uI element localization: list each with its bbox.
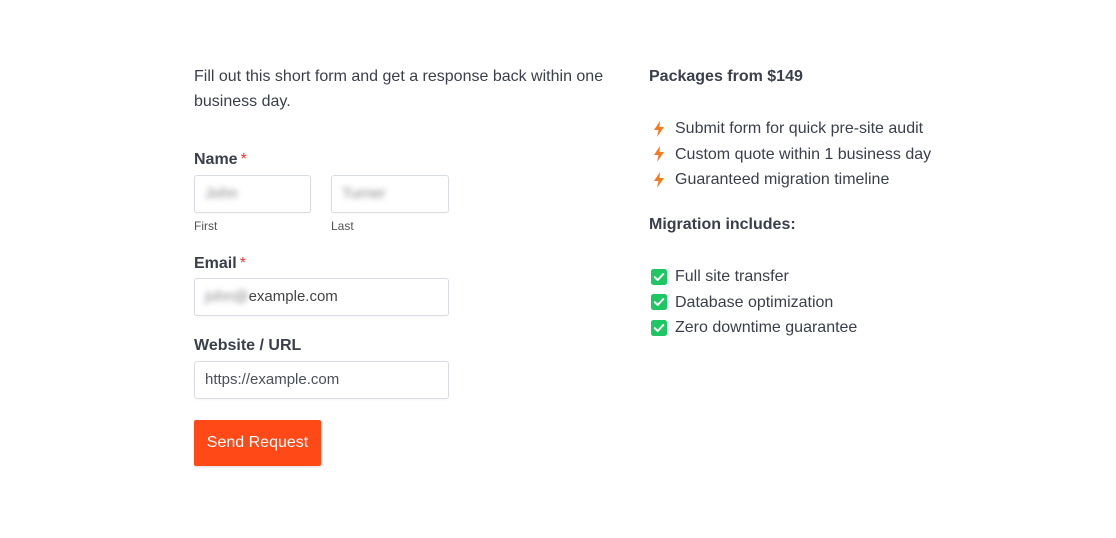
list-item: Custom quote within 1 business day [649, 142, 931, 168]
lightning-bolt-icon [654, 146, 664, 163]
migration-item-text: Full site transfer [675, 268, 789, 285]
send-request-button[interactable]: Send Request [194, 420, 321, 466]
package-item-text: Submit form for quick pre-site audit [675, 120, 924, 137]
checkbox-checked-icon [651, 294, 667, 311]
name-field-label: Name * [194, 151, 247, 169]
package-item-text: Guaranteed migration timeline [675, 171, 890, 188]
migration-item-text: Zero downtime guarantee [675, 319, 858, 336]
form-intro-text: Fill out this short form and get a respo… [194, 68, 604, 110]
email-value-domain: example.com [248, 288, 338, 305]
required-asterisk: * [239, 255, 246, 272]
list-item: Submit form for quick pre-site audit [649, 116, 931, 142]
list-item: Database optimization [649, 290, 857, 316]
list-item: Guaranteed migration timeline [649, 167, 931, 193]
website-input[interactable]: https://example.com [194, 361, 449, 399]
migration-list: Full site transfer Database optimization… [649, 264, 857, 341]
email-label-text: Email [194, 255, 237, 272]
last-name-value: Turner [342, 185, 386, 202]
first-name-sublabel: First [194, 219, 218, 233]
first-name-input[interactable]: John [194, 175, 311, 213]
email-input[interactable]: john@example.com [194, 278, 449, 316]
list-item: Zero downtime guarantee [649, 315, 857, 341]
list-item: Full site transfer [649, 264, 857, 290]
packages-list: Submit form for quick pre-site audit Cus… [649, 116, 931, 193]
migration-item-text: Database optimization [675, 293, 834, 311]
first-name-value: John [205, 185, 238, 202]
packages-heading: Packages from $149 [649, 68, 803, 85]
website-field-label: Website / URL [194, 337, 302, 354]
package-item-text: Custom quote within 1 business day [675, 145, 932, 163]
lightning-bolt-icon [654, 171, 664, 188]
contact-form-column: Fill out this short form and get a respo… [194, 64, 624, 466]
last-name-sublabel: Last [331, 219, 354, 233]
migration-heading: Migration includes: [649, 216, 796, 233]
checkbox-checked-icon [651, 268, 667, 285]
required-asterisk: * [240, 151, 247, 168]
lightning-bolt-icon [654, 120, 664, 137]
email-field-label: Email * [194, 255, 246, 273]
last-name-input[interactable]: Turner [331, 175, 449, 213]
website-value: https://example.com [205, 371, 340, 388]
checkbox-checked-icon [651, 319, 667, 336]
name-label-text: Name [194, 151, 238, 168]
email-value-user: john@ [205, 288, 249, 305]
